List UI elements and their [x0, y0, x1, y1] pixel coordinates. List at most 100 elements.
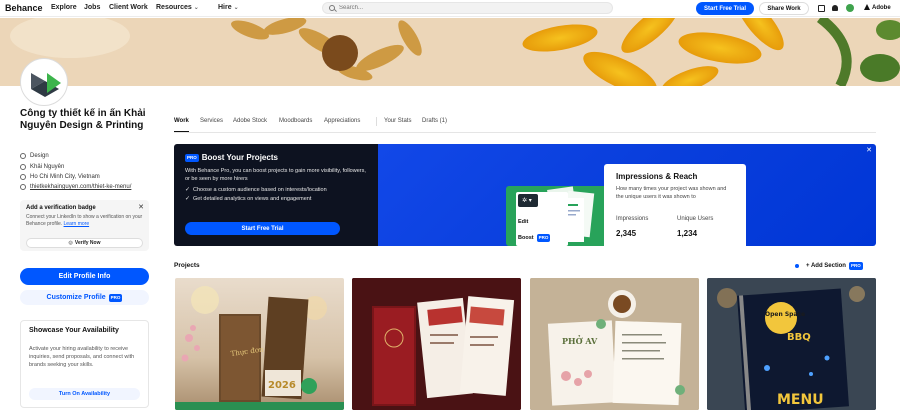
pro-badge: PRO: [185, 153, 199, 162]
profile-banner: [0, 18, 900, 86]
behance-logo[interactable]: Behance: [5, 3, 43, 13]
customize-profile-label: Customize Profile: [46, 294, 106, 301]
search-icon: [329, 5, 335, 11]
profile-field: Design: [20, 153, 49, 159]
adobe-icon: [864, 4, 870, 10]
availability-text: Activate your hiring availability to rec…: [29, 346, 135, 368]
pro-badge: PRO: [108, 293, 123, 302]
unique-users-value: 1,234: [677, 229, 698, 238]
profile-location: Ho Chi Minh City, Vietnam: [20, 174, 100, 180]
verified-check-icon: ◎: [68, 240, 73, 246]
promo-benefit-1-text: Choose a custom audience based on intere…: [193, 187, 327, 193]
project-thumbnail-image: PHỞ AV: [530, 278, 699, 410]
promo-title-row: PRO Boost Your Projects: [185, 153, 367, 162]
mock-menu-boost: Boost PRO: [518, 234, 566, 242]
promo-start-trial-button[interactable]: Start Free Trial: [185, 222, 340, 235]
mail-icon[interactable]: [818, 5, 825, 12]
project-card[interactable]: PHỞ AV: [530, 278, 699, 410]
start-free-trial-button[interactable]: Start Free Trial: [696, 2, 754, 15]
promo-benefit-1: ✓ Choose a custom audience based on inter…: [185, 186, 367, 194]
menu-title-text: MENU: [777, 392, 824, 408]
edit-profile-button[interactable]: Edit Profile Info: [20, 268, 149, 285]
availability-title: Showcase Your Availability: [29, 327, 119, 334]
impressions-label: Impressions: [616, 216, 649, 222]
impressions-value: 2,345: [616, 229, 637, 238]
impressions-title: Impressions & Reach: [616, 172, 698, 181]
tab-drafts[interactable]: Drafts (1): [422, 118, 447, 124]
promo-benefit-2-text: Get detailed analytics on views and enga…: [193, 196, 312, 202]
top-nav: Behance Explore Jobs Client Work Resourc…: [0, 0, 900, 17]
project-thumbnail-image: [352, 278, 521, 410]
close-icon[interactable]: ✕: [138, 203, 144, 211]
profile-name: Công ty thiết kế in ấn Khải Nguyên Desig…: [20, 108, 146, 131]
open-space-brand-text: Open Space: [765, 311, 805, 318]
nav-resources[interactable]: Resources ⌄: [156, 4, 199, 11]
impressions-card: Impressions & Reach How many times your …: [604, 164, 746, 246]
tab-moodboards[interactable]: Moodboards: [279, 118, 312, 124]
chevron-down-icon: ⌄: [193, 5, 199, 11]
profile-avatar[interactable]: [20, 58, 68, 106]
learn-more-link[interactable]: Learn more: [64, 221, 90, 227]
profile-location-text: Ho Chi Minh City, Vietnam: [30, 174, 100, 180]
verification-card: Add a verification badge ✕ Connect your …: [20, 200, 149, 251]
promo-info-panel: PRO Boost Your Projects With Behance Pro…: [174, 144, 378, 246]
mock-menu-boost-label: Boost: [518, 235, 534, 241]
project-card[interactable]: [352, 278, 521, 410]
adobe-logo[interactable]: Adobe: [864, 4, 891, 11]
project-thumbnail-image: Open Space BBQ MENU: [707, 278, 876, 410]
add-section-label: Add Section: [810, 263, 846, 269]
tab-work[interactable]: Work: [174, 118, 189, 132]
mock-menu-edit: Edit: [518, 219, 529, 225]
adobe-label: Adobe: [872, 5, 891, 11]
profile-field-text: Design: [30, 153, 49, 159]
search-bar[interactable]: [322, 2, 613, 14]
nav-jobs[interactable]: Jobs: [84, 4, 100, 11]
project-card[interactable]: Open Space BBQ MENU: [707, 278, 876, 410]
nav-hire[interactable]: Hire ⌄: [218, 4, 239, 11]
link-icon: [20, 184, 26, 190]
tab-services[interactable]: Services: [200, 118, 223, 124]
share-work-button[interactable]: Share Work: [759, 2, 809, 15]
profile-website[interactable]: thietkekhainguyen.com/thiet-ke-menu/: [20, 184, 131, 190]
nav-client-work[interactable]: Client Work: [109, 4, 148, 11]
turn-on-availability-button[interactable]: Turn On Availability: [29, 388, 140, 400]
chevron-down-icon: ⌄: [233, 5, 239, 11]
field-icon: [20, 153, 26, 159]
unique-users-label: Unique Users: [677, 216, 714, 222]
tab-adobe-stock[interactable]: Adobe Stock: [233, 118, 267, 124]
promo-text: With Behance Pro, you can boost projects…: [185, 168, 366, 182]
projects-heading: Projects: [174, 262, 200, 269]
profile-tabs: Work Services Adobe Stock Moodboards App…: [174, 116, 876, 133]
availability-card: Showcase Your Availability Activate your…: [20, 320, 149, 408]
nav-resources-label: Resources: [156, 4, 192, 11]
boost-promo-banner: PRO Boost Your Projects With Behance Pro…: [174, 144, 876, 246]
tab-your-stats[interactable]: Your Stats: [384, 118, 411, 124]
search-input[interactable]: [339, 5, 599, 11]
promo-benefit-2: ✓ Get detailed analytics on views and eng…: [185, 195, 367, 203]
project-thumbnail-image: Thực đơn 2026: [175, 286, 344, 410]
add-section-button[interactable]: + Add Section PRO: [806, 262, 863, 270]
profile-owner-text: Khải Nguyên: [30, 164, 65, 170]
user-avatar-icon[interactable]: [846, 4, 854, 12]
bell-icon[interactable]: [832, 5, 838, 11]
verify-now-button[interactable]: ◎ Verify Now: [26, 238, 143, 248]
nav-hire-label: Hire: [218, 4, 232, 11]
bbq-text: BBQ: [787, 332, 811, 343]
check-icon: ✓: [185, 187, 191, 193]
sunflower-banner-image: [0, 18, 900, 86]
customize-profile-button[interactable]: Customize Profile PRO: [20, 290, 149, 305]
pro-badge: PRO: [848, 262, 863, 270]
close-icon[interactable]: ✕: [866, 146, 872, 154]
location-pin-icon: [20, 174, 26, 180]
project-card[interactable]: Thực đơn 2026: [175, 278, 344, 410]
profile-website-link[interactable]: thietkekhainguyen.com/thiet-ke-menu/: [30, 184, 131, 190]
verify-now-label: Verify Now: [74, 240, 101, 246]
pro-badge: PRO: [536, 234, 551, 242]
verification-title: Add a verification badge: [26, 205, 96, 211]
nav-explore[interactable]: Explore: [51, 4, 77, 11]
tab-appreciations[interactable]: Appreciations: [324, 118, 360, 124]
user-icon: [20, 164, 26, 170]
verification-text: Connect your LinkedIn to show a verifica…: [26, 214, 143, 228]
profile-owner: Khải Nguyên: [20, 164, 64, 170]
company-logo-icon: [31, 73, 61, 97]
